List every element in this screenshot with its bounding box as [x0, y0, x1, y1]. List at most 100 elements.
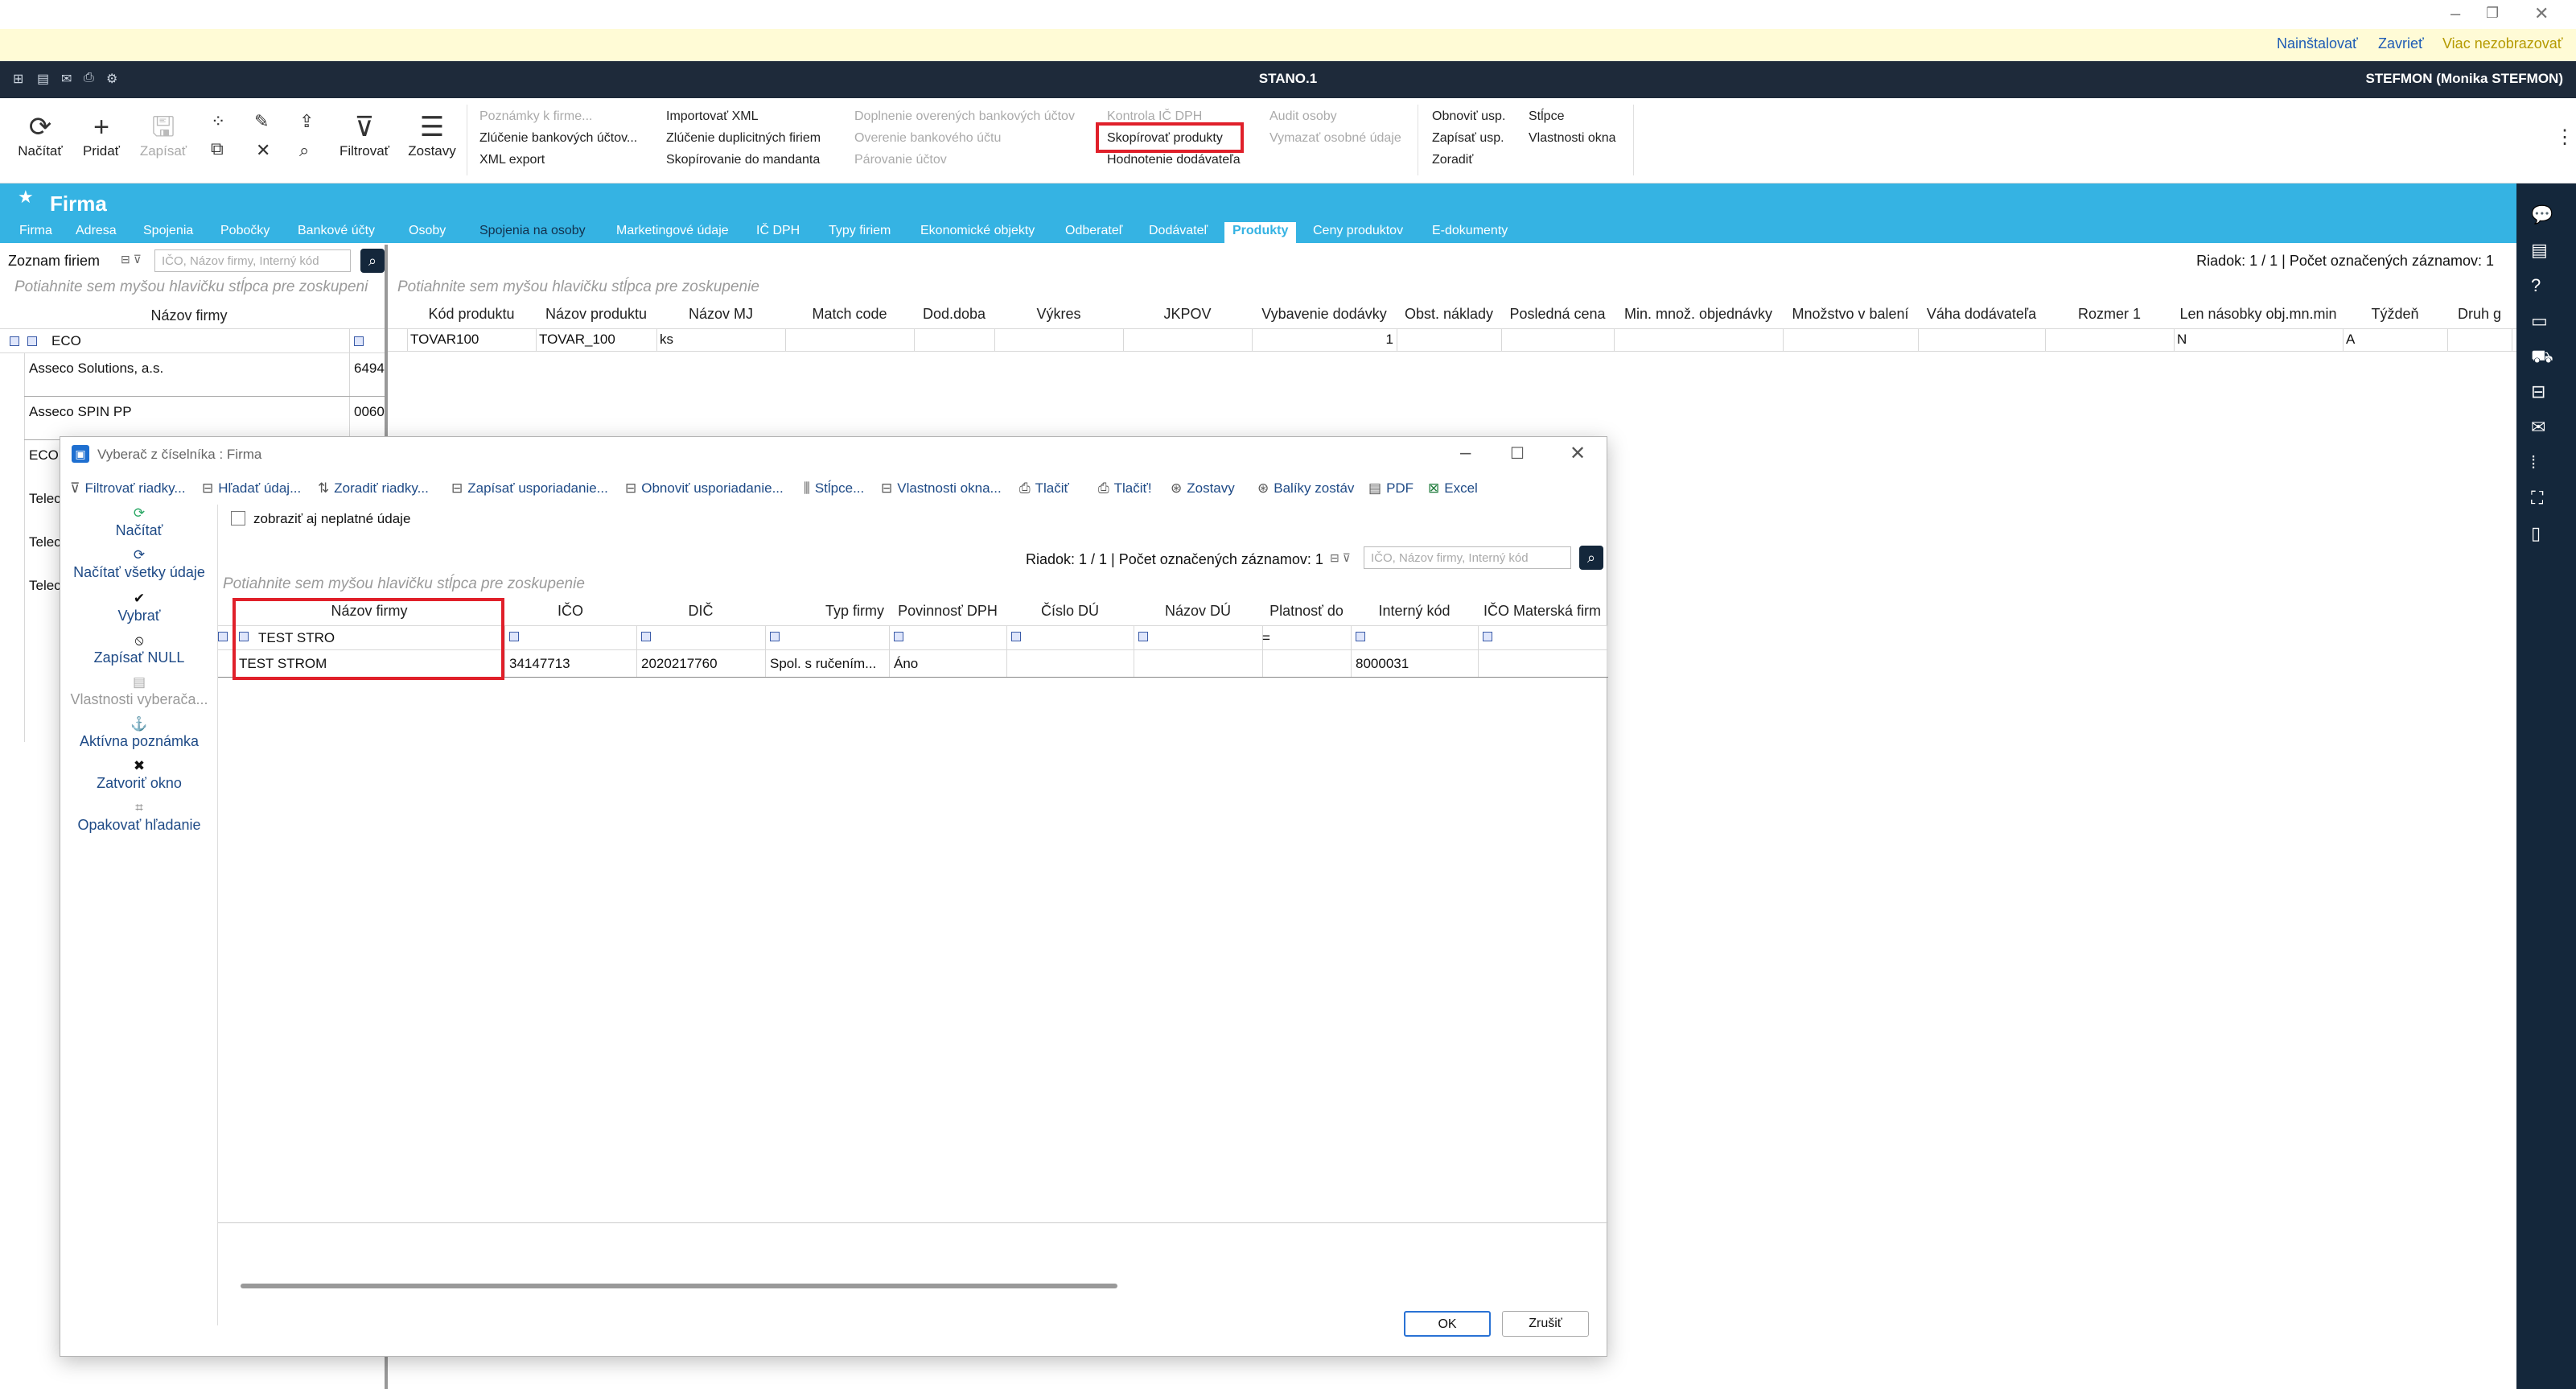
edit-icon[interactable]: ✎: [254, 111, 269, 132]
col-header[interactable]: Dod.doba: [914, 306, 994, 323]
product-cell[interactable]: TOVAR_100: [539, 332, 653, 348]
ribbon-link[interactable]: Importovať XML: [666, 109, 758, 124]
dialog-col-header[interactable]: IČO Materská firm: [1478, 603, 1607, 620]
product-cell[interactable]: 1: [1255, 332, 1393, 348]
inbox-icon[interactable]: ⊟: [2531, 381, 2545, 402]
view-icon[interactable]: ⊟ ⊽: [121, 253, 142, 266]
toolbar-search[interactable]: ⊟ Hľadať údaj...: [202, 480, 301, 497]
side-active-note[interactable]: ⚓ Aktívna poznámka: [60, 715, 218, 750]
dialog-cell[interactable]: 2020217760: [641, 656, 762, 672]
list-icon[interactable]: ⁞: [2531, 452, 2536, 473]
delete-icon[interactable]: ✕: [256, 140, 270, 161]
dialog-cell[interactable]: 8000031: [1356, 656, 1475, 672]
side-picker-props[interactable]: ▤ Vlastnosti vyberača...: [60, 674, 218, 708]
list-row-code[interactable]: 0060: [354, 404, 386, 420]
col-header[interactable]: Match code: [785, 306, 914, 323]
ribbon-link[interactable]: Zlúčenie bankových účtov...: [479, 131, 637, 146]
filter-op[interactable]: [894, 632, 903, 641]
tab-bankove-ucty[interactable]: Bankové účty: [298, 224, 375, 238]
filter-op[interactable]: [1483, 632, 1492, 641]
toolbar-print[interactable]: ⎙ Tlačiť: [1019, 480, 1069, 497]
tab-marketingove-udaje[interactable]: Marketingové údaje: [616, 224, 729, 238]
product-cell[interactable]: A: [2346, 332, 2444, 348]
ribbon-link[interactable]: Zoradiť: [1432, 153, 1473, 167]
list-row-code[interactable]: 6494: [354, 361, 386, 377]
tab-firma[interactable]: Firma: [19, 224, 52, 238]
ribbon-link[interactable]: Audit osoby: [1269, 109, 1337, 124]
tab-produkty[interactable]: Produkty: [1224, 222, 1297, 243]
list-row-name[interactable]: Telec: [29, 491, 61, 507]
side-repeat-search[interactable]: ⌗ Opakovať hľadanie: [60, 799, 218, 834]
ribbon-link[interactable]: Párovanie účtov: [854, 153, 947, 167]
toolbar-report-packages[interactable]: ⊛ Balíky zostáv: [1257, 480, 1354, 497]
ribbon-link[interactable]: Skopírovanie do mandanta: [666, 153, 820, 167]
copy-icon[interactable]: ⧉: [211, 138, 224, 159]
filter-toggle[interactable]: [10, 336, 19, 346]
filter-op[interactable]: [1356, 632, 1365, 641]
filter-op[interactable]: [27, 336, 37, 346]
minimize-icon[interactable]: –: [1460, 442, 1471, 464]
filter-eq[interactable]: =: [1262, 630, 1270, 646]
filter-op[interactable]: [641, 632, 651, 641]
search-icon[interactable]: ⌕: [360, 249, 385, 273]
filter-op[interactable]: [354, 336, 364, 346]
message-icon[interactable]: ▭: [2531, 311, 2548, 332]
col-header[interactable]: Názov produktu: [536, 306, 656, 323]
ribbon-link[interactable]: Obnoviť usp.: [1432, 109, 1505, 124]
col-header[interactable]: Výkres: [994, 306, 1123, 323]
expand-icon[interactable]: ⛶: [2531, 488, 2543, 509]
more-icon[interactable]: ⋮: [2555, 126, 2574, 149]
list-row-name[interactable]: Telec: [29, 534, 61, 550]
filter-op[interactable]: [1138, 632, 1148, 641]
tab-osoby[interactable]: Osoby: [409, 224, 446, 238]
ribbon-link[interactable]: Doplnenie overených bankových účtov: [854, 109, 1075, 124]
list-row-name[interactable]: Telec: [29, 578, 61, 594]
col-header[interactable]: Týždeň: [2343, 306, 2447, 323]
filter-op[interactable]: [1011, 632, 1021, 641]
save-button[interactable]: 🖫 Zapísať: [137, 111, 190, 159]
ribbon-link[interactable]: Vymazať osobné údaje: [1269, 131, 1401, 146]
toolbar-window-props[interactable]: ⊟ Vlastnosti okna...: [881, 480, 1002, 497]
col-header[interactable]: Vybavenie dodávky: [1252, 306, 1397, 323]
tab-ic-dph[interactable]: IČ DPH: [756, 224, 800, 238]
chat-icon[interactable]: 💬: [2531, 204, 2553, 225]
minimize-icon[interactable]: –: [2450, 3, 2460, 24]
dialog-col-header[interactable]: Názov DÚ: [1134, 603, 1262, 620]
col-header[interactable]: Obst. náklady: [1397, 306, 1501, 323]
restore-icon[interactable]: ❐: [2486, 5, 2499, 22]
tab-adresa[interactable]: Adresa: [76, 224, 117, 238]
maximize-icon[interactable]: ☐: [1510, 443, 1525, 464]
toolbar-filter-rows[interactable]: ⊽ Filtrovať riadky...: [70, 480, 186, 497]
dialog-col-header[interactable]: IČO: [504, 603, 636, 620]
dialog-col-header[interactable]: Platnosť do: [1262, 603, 1351, 620]
tab-odberatel[interactable]: Odberateľ: [1065, 224, 1122, 238]
col-header[interactable]: Min. množ. objednávky: [1614, 306, 1783, 323]
dialog-col-header[interactable]: Číslo DÚ: [1006, 603, 1134, 620]
toolbar-columns[interactable]: ⫼ Stĺpce...: [804, 480, 864, 497]
tab-e-dokumenty[interactable]: E-dokumenty: [1432, 224, 1508, 238]
tab-typy-firiem[interactable]: Typy firiem: [829, 224, 891, 238]
search-doc-icon[interactable]: ⌕: [299, 140, 309, 161]
toolbar-excel[interactable]: ⊠ Excel: [1428, 480, 1478, 497]
toolbar-print-now[interactable]: ⎙ Tlačiť!: [1098, 480, 1152, 497]
col-header[interactable]: JKPOV: [1123, 306, 1252, 323]
dialog-col-header[interactable]: Povinnosť DPH: [889, 603, 1006, 620]
tab-spojenia[interactable]: Spojenia: [143, 224, 193, 238]
clipboard-icon[interactable]: ▯: [2531, 523, 2541, 544]
dialog-col-header[interactable]: Interný kód: [1351, 603, 1478, 620]
side-load[interactable]: ⟳ Načítať: [60, 505, 218, 539]
col-header[interactable]: Druh g: [2447, 306, 2512, 323]
search-icon[interactable]: ⌕: [1579, 546, 1603, 570]
filter-button[interactable]: ⊽ Filtrovať: [333, 111, 396, 159]
filter-value[interactable]: ECO: [51, 333, 81, 349]
col-header[interactable]: Posledná cena: [1501, 306, 1614, 323]
notes-icon[interactable]: ▤: [2531, 240, 2548, 261]
close-icon[interactable]: ✕: [1570, 442, 1586, 465]
help-icon[interactable]: ?: [2531, 275, 2541, 296]
comment-icon[interactable]: ✉: [2531, 417, 2545, 438]
dialog-cell[interactable]: 34147713: [509, 656, 633, 672]
toolbar-restore-layout[interactable]: ⊟ Obnoviť usporiadanie...: [625, 480, 784, 497]
ok-button[interactable]: OK: [1404, 1311, 1491, 1337]
col-header[interactable]: Množstvo v balení: [1783, 306, 1918, 323]
ribbon-link[interactable]: Stĺpce: [1529, 109, 1564, 124]
